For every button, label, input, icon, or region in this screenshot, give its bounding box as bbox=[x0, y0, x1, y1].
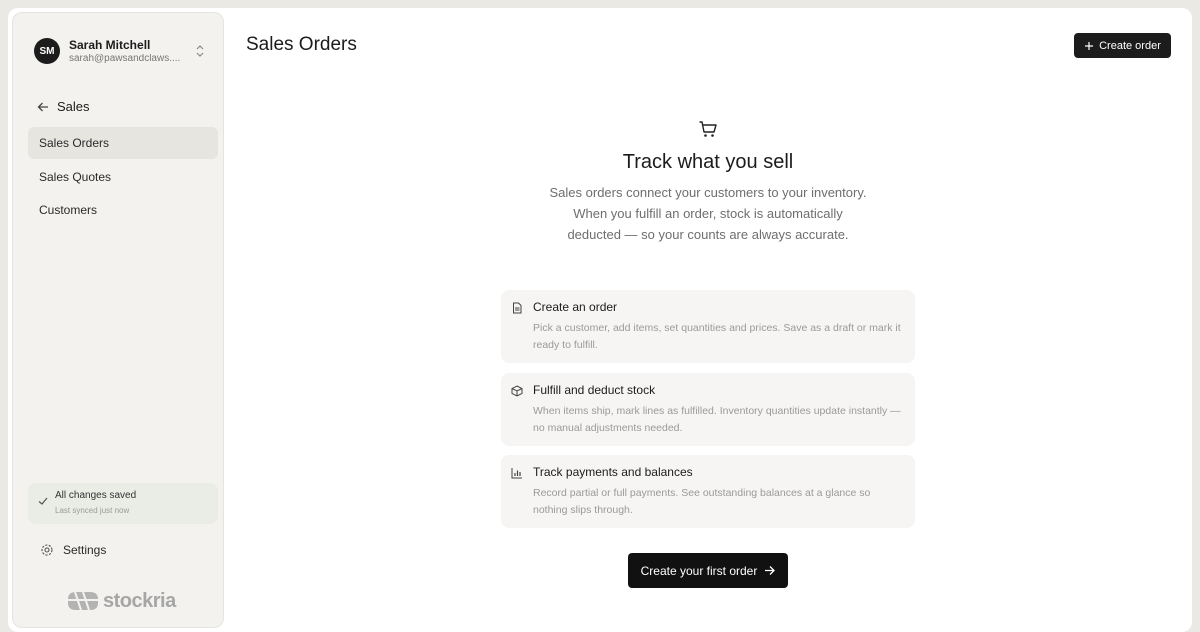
sync-status-text: All changes saved Last synced just now bbox=[55, 491, 136, 515]
feature-card-description: Pick a customer, add items, set quantiti… bbox=[533, 322, 901, 351]
back-label: Sales bbox=[57, 99, 90, 114]
feature-card-description: Record partial or full payments. See out… bbox=[533, 487, 871, 516]
user-email: sarah@pawsandclaws.... bbox=[69, 53, 181, 64]
logo-text: stockria bbox=[103, 589, 176, 612]
plus-icon bbox=[1085, 41, 1094, 50]
arrow-left-icon bbox=[37, 102, 48, 111]
sync-status: All changes saved Last synced just now bbox=[28, 483, 218, 524]
check-icon bbox=[38, 497, 48, 505]
create-first-order-button[interactable]: Create your first order bbox=[628, 553, 788, 588]
feature-card-title: Create an order bbox=[533, 300, 618, 314]
bar-chart-icon bbox=[511, 468, 522, 479]
settings-link[interactable]: Settings bbox=[40, 543, 106, 557]
create-first-order-label: Create your first order bbox=[640, 563, 758, 578]
sidebar-item-customers[interactable]: Customers bbox=[28, 194, 218, 226]
feature-card-payments: Track payments and balances Record parti… bbox=[501, 455, 915, 528]
sidebar-item-sales-orders[interactable]: Sales Orders bbox=[28, 127, 218, 159]
stockria-logo: stockria bbox=[66, 589, 176, 613]
document-icon bbox=[513, 302, 522, 314]
gear-icon bbox=[41, 544, 53, 556]
feature-card-create-order: Create an order Pick a customer, add ite… bbox=[501, 290, 915, 363]
page-title: Sales Orders bbox=[246, 34, 357, 55]
avatar: SM bbox=[34, 38, 60, 64]
account-info: Sarah Mitchell sarah@pawsandclaws.... bbox=[69, 39, 184, 64]
sync-status-title: All changes saved bbox=[55, 490, 137, 501]
user-name: Sarah Mitchell bbox=[69, 37, 151, 52]
chevron-up-down-icon bbox=[196, 45, 204, 57]
account-switcher[interactable]: SM Sarah Mitchell sarah@pawsandclaws.... bbox=[34, 36, 206, 66]
sidebar: SM Sarah Mitchell sarah@pawsandclaws....… bbox=[12, 12, 224, 628]
package-icon bbox=[511, 385, 523, 397]
app-window: SM Sarah Mitchell sarah@pawsandclaws....… bbox=[8, 8, 1192, 632]
feature-card-description: When items ship, mark lines as fulfilled… bbox=[533, 405, 901, 434]
back-to-sales-link[interactable]: Sales bbox=[37, 99, 90, 114]
empty-state-title: Track what you sell bbox=[622, 151, 794, 173]
arrow-right-icon bbox=[765, 566, 776, 575]
settings-label: Settings bbox=[63, 543, 107, 557]
feature-card-fulfill: Fulfill and deduct stock When items ship… bbox=[501, 373, 915, 446]
sidebar-item-sales-quotes[interactable]: Sales Quotes bbox=[28, 161, 218, 193]
sync-status-subtitle: Last synced just now bbox=[55, 506, 130, 515]
create-order-label: Create order bbox=[1099, 39, 1161, 52]
empty-state-description: Sales orders connect your customers to y… bbox=[549, 185, 867, 242]
stockria-logo-mark-icon bbox=[68, 591, 98, 611]
feature-card-title: Fulfill and deduct stock bbox=[533, 383, 656, 397]
feature-card-title: Track payments and balances bbox=[533, 465, 693, 479]
shopping-cart-icon bbox=[699, 121, 717, 137]
sidebar-nav: Sales Orders Sales Quotes Customers bbox=[28, 127, 218, 228]
create-order-button[interactable]: Create order bbox=[1074, 33, 1171, 58]
